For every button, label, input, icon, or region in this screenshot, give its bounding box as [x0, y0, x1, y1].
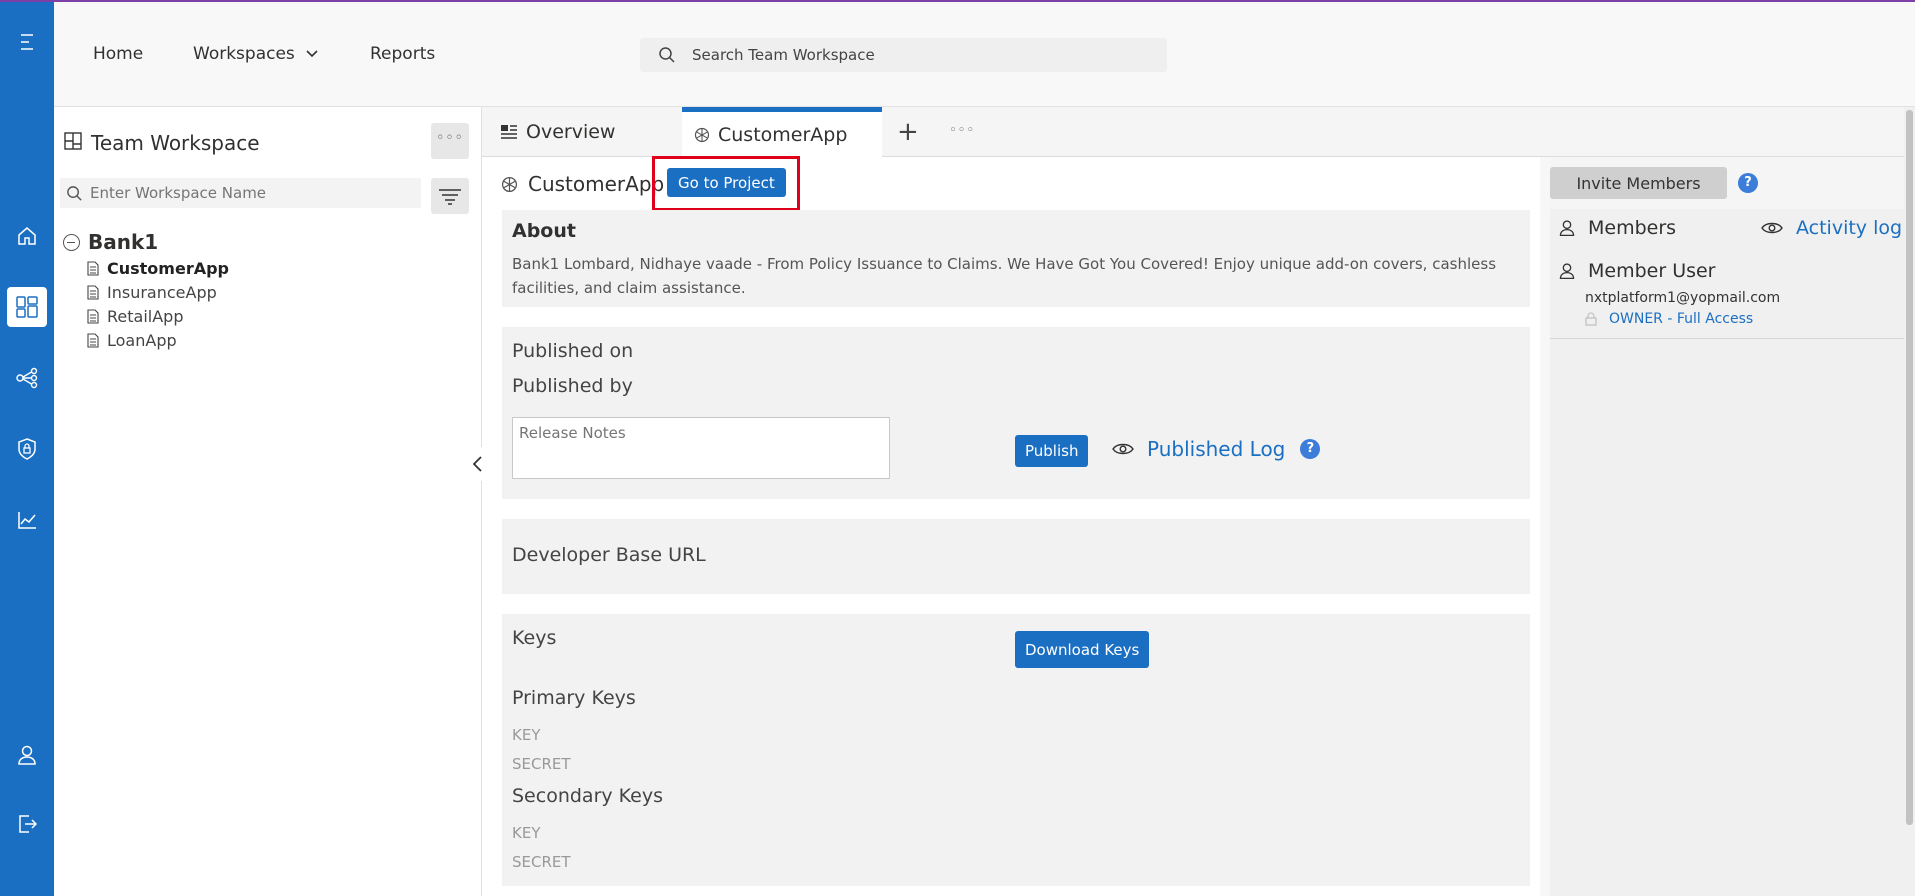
tree-root-bank1[interactable]: Bank1 [63, 230, 158, 254]
keys-card: Keys Download Keys Primary Keys KEY SECR… [502, 614, 1530, 886]
keys-title: Keys [512, 627, 557, 649]
publish-card: Published on Published by Publish Publis… [502, 327, 1530, 499]
scrollbar[interactable] [1904, 107, 1915, 896]
tree-item-label: CustomerApp [107, 259, 229, 278]
project-name: CustomerApp [528, 172, 665, 196]
about-text: Bank1 Lombard, Nidhaye vaade - From Poli… [512, 255, 1497, 297]
secondary-key-label: KEY [512, 824, 541, 842]
document-icon [87, 285, 99, 300]
workspace-search[interactable] [60, 178, 421, 208]
eye-icon [1112, 443, 1134, 455]
secondary-secret-label: SECRET [512, 853, 571, 871]
tree-item-label: LoanApp [107, 331, 177, 350]
tree-item-loanapp[interactable]: LoanApp [87, 331, 177, 350]
tree-item-retailapp[interactable]: RetailApp [87, 307, 183, 326]
primary-keys-title: Primary Keys [512, 687, 636, 709]
share-icon[interactable] [7, 358, 47, 398]
workspace-panel: Team Workspace ◦◦◦ Bank1 CustomerApp Ins… [54, 107, 482, 896]
members-title: Members [1588, 217, 1677, 239]
highlight-box [652, 156, 800, 211]
tree-item-customerapp[interactable]: CustomerApp [87, 259, 229, 278]
developer-url-card: Developer Base URL [502, 519, 1530, 594]
activity-log-label: Activity log [1796, 217, 1903, 239]
help-icon[interactable]: ? [1300, 439, 1321, 459]
logout-icon[interactable] [7, 804, 47, 844]
scrollbar-thumb[interactable] [1906, 110, 1913, 825]
nav-home[interactable]: Home [93, 44, 143, 64]
tab-customerapp-label: CustomerApp [718, 124, 848, 146]
nav-workspaces-label: Workspaces [193, 44, 295, 64]
tab-more-button[interactable]: ◦◦◦ [949, 123, 975, 138]
project-overview: CustomerApp Go to Project About Bank1 Lo… [482, 156, 1540, 896]
invite-members-button[interactable]: Invite Members [1550, 167, 1727, 199]
tab-customerapp[interactable]: CustomerApp [682, 107, 882, 158]
tree-item-insuranceapp[interactable]: InsuranceApp [87, 283, 217, 302]
help-icon[interactable]: ? [1738, 173, 1758, 193]
app-rail [0, 2, 54, 896]
document-icon [87, 333, 99, 348]
eye-icon [1761, 222, 1783, 234]
workspace-title: Team Workspace [91, 131, 260, 155]
person-icon [1559, 263, 1575, 280]
nav-workspaces[interactable]: Workspaces [193, 44, 319, 64]
overview-icon [501, 125, 517, 139]
filter-button[interactable] [431, 178, 469, 214]
secondary-keys-title: Secondary Keys [512, 785, 664, 807]
developer-base-url-label: Developer Base URL [512, 544, 706, 566]
global-search-placeholder: Search Team Workspace [692, 46, 875, 64]
members-panel: Invite Members ? Members Activity log Me… [1550, 157, 1905, 896]
search-icon [67, 186, 82, 201]
top-navigation: Home Workspaces Reports Search Team Work… [54, 2, 1915, 107]
lock-icon [1585, 312, 1597, 326]
security-icon[interactable] [7, 429, 47, 469]
published-log-label: Published Log [1147, 437, 1286, 461]
about-title: About [512, 220, 576, 242]
members-list: Members Activity log Member User nxtplat… [1550, 209, 1905, 896]
member-email: nxtplatform1@yopmail.com [1585, 290, 1781, 306]
nav-reports[interactable]: Reports [370, 44, 435, 64]
project-icon [501, 176, 518, 192]
member-role: OWNER - Full Access [1585, 311, 1753, 327]
tab-bar: Overview CustomerApp + ◦◦◦ [482, 107, 1904, 158]
release-notes-input[interactable] [512, 417, 890, 479]
document-icon [87, 261, 99, 276]
member-role-label: OWNER - Full Access [1609, 311, 1754, 327]
activity-log-link[interactable]: Activity log [1760, 217, 1902, 239]
tab-overview-label: Overview [526, 121, 616, 143]
tree-item-label: RetailApp [107, 307, 184, 326]
home-icon[interactable] [7, 216, 47, 256]
project-header: CustomerApp [501, 172, 664, 196]
menu-icon[interactable] [7, 22, 47, 62]
divider [1550, 338, 1905, 339]
collapse-minus-icon[interactable] [63, 233, 80, 251]
primary-key-label: KEY [512, 726, 541, 744]
publish-button[interactable]: Publish [1015, 435, 1089, 467]
download-keys-button[interactable]: Download Keys [1015, 631, 1150, 668]
members-header: Members [1558, 217, 1676, 239]
workspace-search-input[interactable] [90, 181, 410, 205]
add-tab-button[interactable]: + [897, 117, 919, 147]
published-on-label: Published on [512, 340, 634, 362]
workspace-title-icon [64, 132, 82, 150]
project-icon [694, 127, 710, 143]
tree-root-label: Bank1 [88, 230, 159, 254]
chevron-down-icon [306, 50, 318, 58]
published-log-link[interactable]: Published Log ? [1112, 437, 1321, 461]
tree-item-label: InsuranceApp [107, 283, 217, 302]
member-row: Member User [1558, 260, 1716, 282]
published-by-label: Published by [512, 375, 633, 397]
primary-secret-label: SECRET [512, 755, 571, 773]
user-icon[interactable] [7, 735, 47, 775]
global-search[interactable]: Search Team Workspace [640, 38, 1167, 72]
analytics-icon[interactable] [7, 500, 47, 540]
workspace-more-button[interactable]: ◦◦◦ [431, 123, 469, 159]
workspace-icon[interactable] [7, 287, 47, 327]
filter-icon [439, 189, 461, 205]
tab-overview[interactable]: Overview [500, 107, 615, 157]
person-icon [1559, 220, 1575, 237]
about-card: About Bank1 Lombard, Nidhaye vaade - Fro… [502, 210, 1530, 307]
search-icon [659, 47, 675, 63]
member-name: Member User [1588, 260, 1716, 282]
document-icon [87, 309, 99, 324]
